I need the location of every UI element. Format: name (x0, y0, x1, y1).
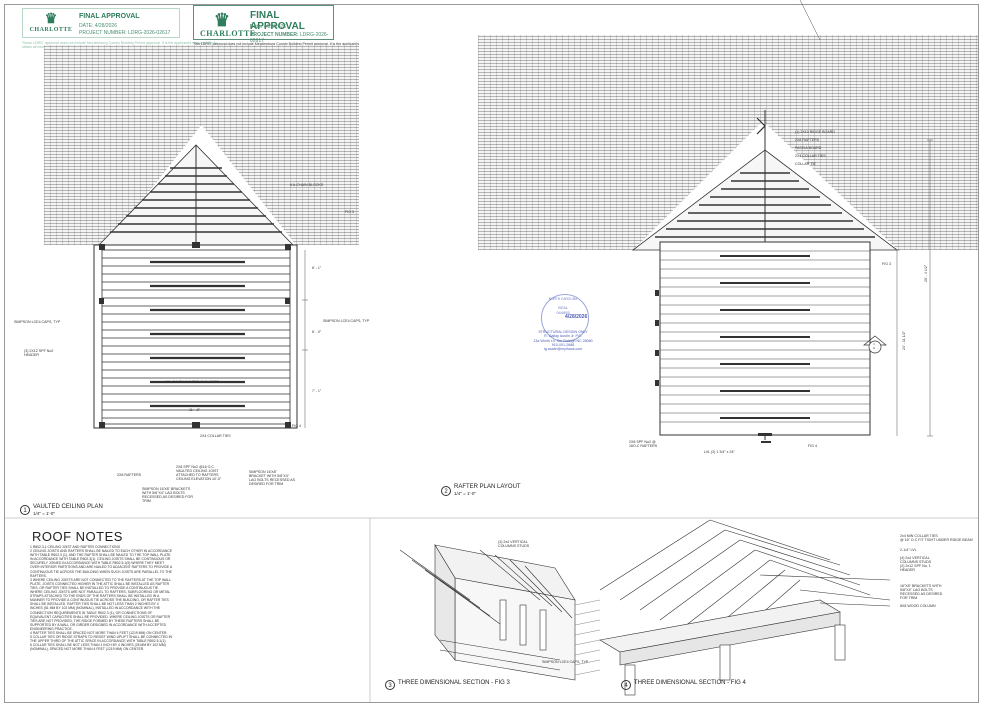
fig4-label-studs: (4) 2x4 VERTICAL COLUMNS STUDS (2) 2x12 … (900, 556, 932, 572)
plan2-title: RAFTER PLAN LAYOUT (454, 484, 521, 490)
plan1-title: VAULTED CEILING PLAN (33, 504, 103, 510)
plan2-scale: 1/4" = 1'-0" (454, 491, 476, 496)
plan1-dim2-label: 6' - 0" (312, 330, 322, 334)
plan2-dim-main-label: 24' - 11 1/2" (902, 331, 906, 350)
fig3-caps-label: SIMPSON LCE4 CAPS, TYP (542, 660, 589, 664)
plan2-lvl-label: LVL (2) 1 3/4" x 24" (704, 450, 735, 454)
fig3-studs-label: (3) 2x4 VERTICAL COLUMNS STUDS (498, 540, 530, 548)
plan1-body (93, 244, 298, 429)
fig4-title: THREE DIMENSIONAL SECTION - FIG 4 (634, 680, 746, 686)
plan1-joist-span-label: 18' - 7 1/2" VAULTED CLG JOIST (165, 380, 219, 384)
top-right-leader (799, 0, 821, 41)
plan1-fig4-label: FIG 4 (292, 424, 301, 428)
plan2-number: 2 (441, 486, 451, 496)
fig4-label-column: 8X8 WOOD COLUMN (900, 604, 936, 608)
plan1-dim1-label: 6' - 1" (312, 266, 322, 270)
plan1-simpson-left-label: SIMPSON LCE4 CAPS, TYP (14, 320, 61, 324)
plan1-bracket-bottom-label: SIMPSON 16'X8" BRACKETS WITH 5/8"X4" LAG… (142, 487, 193, 503)
plan1-dimension-line (302, 250, 308, 428)
fig3-number: 3 (385, 680, 395, 690)
plan1-rafters-label: 2X8 RAFTERS (117, 473, 142, 477)
plan1-joists (102, 257, 290, 419)
plan2-fig4-label: FIG 4 (808, 444, 817, 448)
plan1-dim-small-label: 11' - 8" (189, 408, 200, 412)
plan1-simpson-right-label: SIMPSON LCE4 CAPS, TYP (323, 319, 370, 323)
plan1-number: 1 (20, 505, 30, 515)
plan1-chain-blocks-label: 6 A-CHAIN BLOCKS (290, 183, 324, 187)
fig4-label-brackets: 16"X8" BRACKETS WITH 5/8"X4" LAG BOLTS R… (900, 584, 943, 600)
plan2-section-marker-label: 1 A (873, 342, 876, 350)
seal-info: STRUCTURAL DESIGN ONLY R. Gallay Austin … (519, 330, 607, 351)
plan2-dim-total-label: 20' - 4 1/2" (924, 264, 928, 282)
fig4-isometric (599, 519, 891, 696)
fig4-label-lvl: 2-1/4" LVL (900, 548, 917, 552)
plan1-scale: 1/4" = 1'-0" (33, 511, 55, 516)
plan1-vaulted-joist-label: 2X8 SPF No2 @16 O.C. VAULTED CEILING JOI… (176, 465, 222, 481)
plan1-collar-ties-label: 2X4 COLLAR TIES (200, 434, 231, 438)
plan2-ridge-labels: (1) 2X10 RIDGE BOARD 2X8 RAFTERS FASCIA … (795, 130, 835, 166)
seal-number: 044993 (556, 310, 570, 315)
plan1-header-label: (3) 2X12 SPF No2 HEADER (24, 349, 54, 357)
fig4-number: 4 (621, 680, 631, 690)
fig3-title: THREE DIMENSIONAL SECTION - FIG 3 (398, 680, 510, 686)
plan2-fig3-label: FIG 3 (882, 262, 891, 266)
seal-date: 4/28/2026 (565, 314, 588, 320)
plan1-bracket-right-label: SIMPSON 16'X8" BRACKET WITH 5/8"X4" LAG … (249, 470, 296, 486)
plan2-dimension-lines (894, 139, 933, 437)
roof-notes-body: 1 R802.3.1 CEILING JOIST AND RAFTER CONN… (30, 545, 172, 652)
plan1-fig3-label: FIG 3 (345, 210, 354, 214)
seal-info-line: rg.austin@myihaus.com (543, 347, 583, 352)
seal-ring-text: NORTH CAROLINA (548, 297, 578, 301)
plan2-body (659, 241, 871, 436)
fig4-label-collar: 2x4 MIN COLLAR TIES @ 16" O.C FIT TIGHT … (900, 534, 973, 542)
plan2-ridge-marker (756, 117, 766, 135)
plan1-dim3-label: 7' - 1" (312, 389, 322, 393)
plan2-rafters-label: 2X8 SPF No2 @ 16O.C RAFTERS (629, 440, 658, 448)
roof-notes-title: ROOF NOTES (32, 529, 123, 544)
